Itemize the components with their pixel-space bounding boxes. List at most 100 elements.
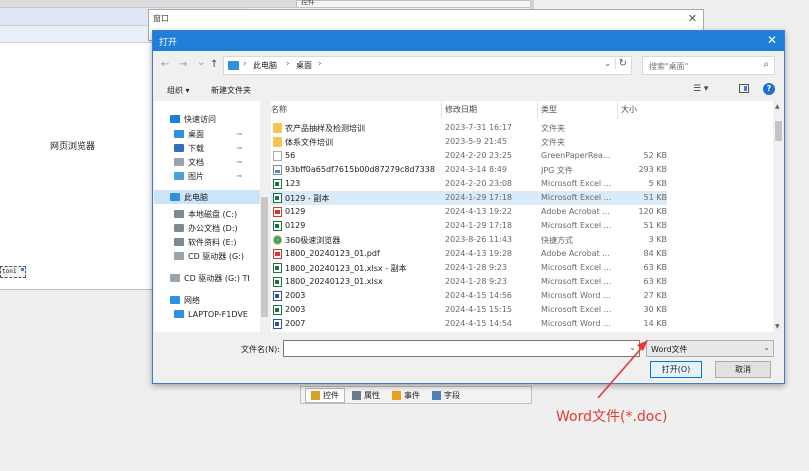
dialog-title-bar: 打开 ✕ xyxy=(153,31,784,51)
filename-input[interactable]: ⌄ xyxy=(283,340,640,357)
change-view-icon[interactable]: ☰ ▾ xyxy=(693,84,708,94)
search-icon[interactable]: ⌕ xyxy=(763,59,769,70)
column-divider[interactable] xyxy=(441,101,442,119)
pin-icon[interactable]: ⊸ xyxy=(236,144,242,152)
back-arrow-icon[interactable]: ← xyxy=(161,59,169,70)
filename-dropdown-chevron-icon[interactable]: ⌄ xyxy=(629,343,636,352)
breadcrumb-desktop[interactable]: 桌面 xyxy=(296,60,312,71)
table-row[interactable]: 1800_20240123_01.xlsx - 副本 2024-1-28 9:23… xyxy=(271,261,667,275)
ide-tab-label: 属性 xyxy=(364,390,380,400)
ide-tab-3[interactable]: 字段 xyxy=(427,389,465,402)
column-divider[interactable] xyxy=(537,101,538,119)
file-type: 文件夹 xyxy=(541,138,565,147)
file-name: 1800_20240123_01.pdf xyxy=(285,249,380,258)
pin-icon[interactable]: ⊸ xyxy=(236,130,242,138)
button-control[interactable]: ton1 xyxy=(0,266,26,278)
search-placeholder: 搜索"桌面" xyxy=(649,62,689,71)
table-row[interactable]: 123 2024-2-20 23:08 Microsoft Excel ... 5 K… xyxy=(271,177,667,191)
folder-file-icon xyxy=(273,137,282,147)
nav-item-label: 网络 xyxy=(184,295,200,305)
nav-item[interactable]: 下载 ⊸ xyxy=(154,141,260,155)
nav-item[interactable]: 快速访问 xyxy=(154,112,260,126)
nav-item[interactable]: 桌面 ⊸ xyxy=(154,127,260,141)
table-row[interactable]: 1800_20240123_01.xlsx 2024-1-28 9:23 Micro… xyxy=(271,275,667,289)
column-header-size[interactable]: 大小 xyxy=(621,104,637,115)
nav-item[interactable]: 网络 xyxy=(154,293,260,307)
nav-item[interactable]: CD 驱动器 (G:) xyxy=(154,249,260,263)
pdf-file-icon xyxy=(273,249,282,259)
nav-item[interactable]: 此电脑 xyxy=(154,190,260,204)
nav-item-label: 快速访问 xyxy=(184,114,216,124)
breadcrumb-separator-icon[interactable]: › xyxy=(318,59,322,69)
nav-item-label: 下载 xyxy=(188,143,204,153)
file-list-scrollbar[interactable]: ▲ ▼ xyxy=(773,101,784,332)
dialog-close-icon[interactable]: ✕ xyxy=(767,33,777,47)
ide-tab-1[interactable]: 属性 xyxy=(347,389,385,402)
breadcrumb-this-pc[interactable]: 此电脑 xyxy=(253,60,277,71)
nav-item[interactable]: 文档 ⊸ xyxy=(154,155,260,169)
file-size: 120 KB xyxy=(638,207,667,216)
file-list-scroll-thumb[interactable] xyxy=(775,121,782,141)
table-row[interactable]: 56 2024-2-20 23:25 GreenPaperRea... 52 KB xyxy=(271,149,667,163)
recent-locations-chevron-icon[interactable]: ⌄ xyxy=(197,57,205,68)
nav-item[interactable]: 软件资料 (E:) xyxy=(154,235,260,249)
refresh-icon[interactable]: ↻ xyxy=(614,58,627,69)
table-row[interactable]: 93bff0a65df7615b00d87279c8d7338 2024-3-14… xyxy=(271,163,667,177)
navigation-pane: 快速访问 桌面 ⊸ 下载 ⊸ 文档 ⊸ 图片 ⊸ 此电脑 本地磁盘 (C:) 办公文档 (D:) 软件资… xyxy=(154,101,260,332)
ide-tab-0[interactable]: 控件 xyxy=(305,387,345,403)
navigation-pane-scrollbar[interactable] xyxy=(260,101,269,332)
preview-pane-icon[interactable] xyxy=(739,84,749,93)
file-date: 2024-4-13 19:28 xyxy=(445,249,512,258)
file-size: 63 KB xyxy=(643,263,667,272)
file-type: JPG 文件 xyxy=(541,166,573,175)
form-window-close-icon[interactable]: ✕ xyxy=(688,12,697,25)
column-header-date[interactable]: 修改日期 xyxy=(445,104,477,115)
file-size: 30 KB xyxy=(643,305,667,314)
file-date: 2024-3-14 8:49 xyxy=(445,165,507,174)
table-row[interactable]: 1800_20240123_01.pdf 2024-4-13 19:28 Adobe… xyxy=(271,247,667,261)
cancel-button[interactable]: 取消 xyxy=(715,361,771,378)
nav-item[interactable]: 图片 ⊸ xyxy=(154,169,260,183)
column-header-type[interactable]: 类型 xyxy=(541,104,557,115)
nav-item[interactable]: 本地磁盘 (C:) xyxy=(154,207,260,221)
table-row[interactable]: 0129 2024-1-29 17:18 Microsoft Excel ... 51… xyxy=(271,219,667,233)
table-row[interactable]: 2003 2024-4-15 15:15 Microsoft Excel ... 30… xyxy=(271,303,667,317)
file-size: 51 KB xyxy=(643,193,667,202)
table-row[interactable]: 0129 - 副本 2024-1-29 17:18 Microsoft Excel … xyxy=(271,191,667,205)
table-row[interactable]: 农产品抽样及检测培训 2023-7-31 16:17 文件夹 xyxy=(271,121,667,135)
file-date: 2023-7-31 16:17 xyxy=(445,123,512,132)
search-input[interactable]: 搜索"桌面" ⌕ xyxy=(642,56,775,75)
dialog-toolbar: 组织 ▾ 新建文件夹 ☰ ▾ ? xyxy=(153,80,784,100)
organize-menu-button[interactable]: 组织 ▾ xyxy=(167,85,190,96)
address-dropdown-chevron-icon[interactable]: ⌄ xyxy=(604,59,611,68)
table-row[interactable]: 体系文件培训 2023-5-9 21:45 文件夹 xyxy=(271,135,667,149)
help-icon[interactable]: ? xyxy=(763,83,775,95)
download-icon xyxy=(174,144,184,152)
up-arrow-icon[interactable]: ↑ xyxy=(210,59,218,70)
column-divider[interactable] xyxy=(617,101,618,119)
navigation-pane-scroll-thumb[interactable] xyxy=(261,197,268,317)
file-type-filter-select[interactable]: Word文件 ⌄ xyxy=(646,340,774,357)
address-bar[interactable]: › 此电脑 › 桌面 › ⌄ ↻ xyxy=(223,56,632,75)
table-row[interactable]: 2007 2024-4-15 14:54 Microsoft Word ... 14 … xyxy=(271,317,667,331)
scroll-down-icon[interactable]: ▼ xyxy=(775,323,780,330)
control-panel-header xyxy=(296,0,532,8)
open-button[interactable]: 打开(O) xyxy=(650,361,702,378)
forward-arrow-icon[interactable]: → xyxy=(179,59,187,70)
filter-dropdown-chevron-icon[interactable]: ⌄ xyxy=(763,343,770,352)
new-folder-button[interactable]: 新建文件夹 xyxy=(211,85,251,96)
scroll-up-icon[interactable]: ▲ xyxy=(775,103,780,110)
nav-item[interactable]: CD 驱动器 (G:) TI xyxy=(154,271,260,285)
table-row[interactable]: 2003 2024-4-15 14:56 Microsoft Word ... 27 … xyxy=(271,289,667,303)
pin-icon[interactable]: ⊸ xyxy=(236,158,242,166)
cd-drive-icon xyxy=(174,252,184,260)
pin-icon[interactable]: ⊸ xyxy=(236,172,242,180)
nav-item[interactable]: 办公文档 (D:) xyxy=(154,221,260,235)
column-header-name[interactable]: 名称 xyxy=(271,104,287,115)
table-row[interactable]: 0129 2024-4-13 19:22 Adobe Acrobat ... 120 … xyxy=(271,205,667,219)
ide-tab-2[interactable]: 事件 xyxy=(387,389,425,402)
table-row[interactable]: 360极速浏览器 2023-8-26 11:43 快捷方式 3 KB xyxy=(271,233,667,247)
nav-item[interactable]: LAPTOP-F1DVE xyxy=(154,307,260,321)
breadcrumb-separator-icon[interactable]: › xyxy=(286,59,290,69)
breadcrumb-separator-icon[interactable]: › xyxy=(243,59,247,69)
